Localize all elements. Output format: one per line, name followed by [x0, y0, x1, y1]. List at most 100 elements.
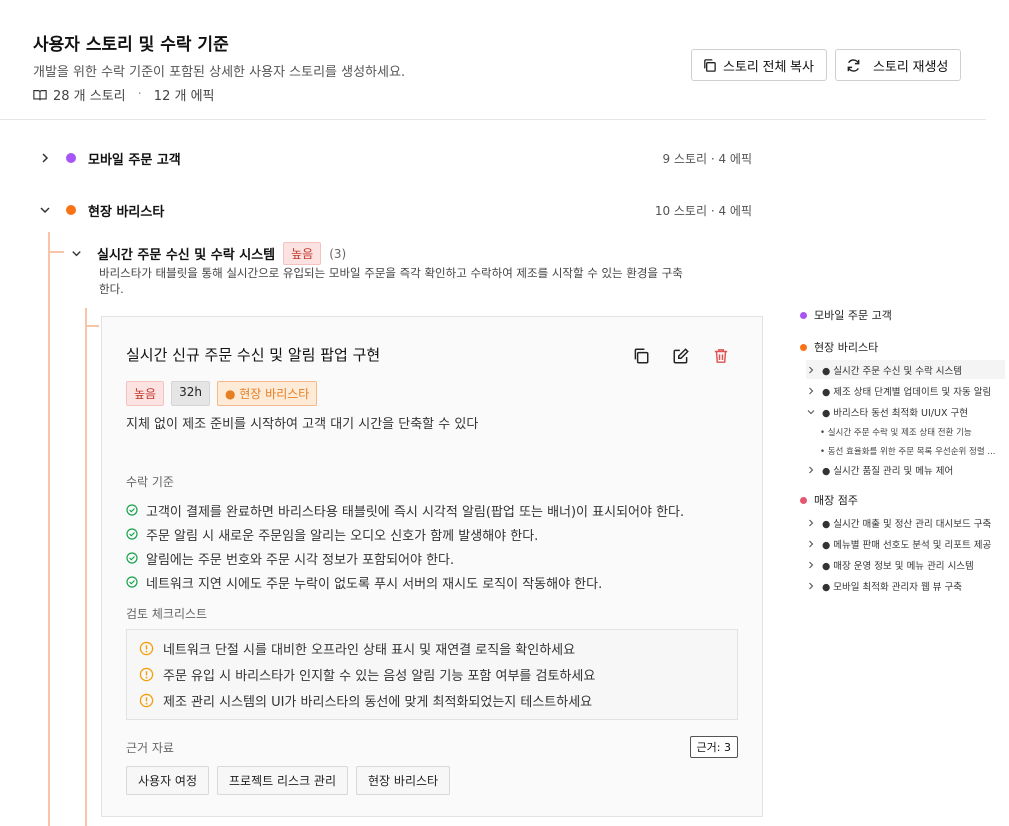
story-meta: 28 개 스토리 · 12 개 에픽 — [33, 85, 214, 104]
epic-header[interactable]: 실시간 주문 수신 및 수락 시스템 높음 (3) — [70, 242, 346, 265]
warning-circle-icon — [139, 667, 154, 681]
chevron-right-icon — [809, 540, 814, 547]
copy-all-label: 스토리 전체 복사 — [723, 58, 814, 74]
refresh-icon — [847, 58, 860, 72]
criteria-label: 수락 기준 — [126, 475, 174, 489]
chevron-right-icon[interactable] — [38, 151, 52, 165]
nav-item-label: ● 매장 운영 정보 및 메뉴 관리 시스템 — [822, 560, 974, 572]
check-circle-icon — [126, 504, 138, 516]
nav-story-item[interactable]: • 동선 효율화를 위한 주문 목록 우선순위 정렬 ... — [820, 445, 1005, 457]
chevron-right-icon — [809, 366, 814, 373]
criteria-item: 네트워크 지연 시에도 주문 누락이 없도록 푸시 서버의 재시도 로직이 작동… — [126, 570, 684, 594]
group-color-dot — [66, 205, 76, 215]
nav-item-label: ● 모바일 최적화 관리자 웹 뷰 구축 — [822, 581, 963, 593]
group-color-dot — [66, 153, 76, 163]
criteria-item: 주문 알림 시 새로운 주문임을 알리는 오디오 신호가 함께 발생해야 한다. — [126, 522, 684, 546]
meta-separator: · — [137, 87, 142, 102]
checklist-item: 주문 유입 시 바리스타가 인지할 수 있는 음성 알림 기능 포함 여부를 검… — [139, 661, 725, 687]
group-row-barista[interactable]: 현장 바리스타 10 스토리 · 4 에픽 — [38, 197, 752, 223]
tree-line — [85, 325, 99, 327]
nav-epic-item[interactable]: ● 모바일 최적화 관리자 웹 뷰 구축 — [806, 576, 1005, 595]
page-description: 개발을 위한 수락 기준이 포함된 상세한 사용자 스토리를 생성하세요. — [33, 65, 406, 80]
nav-group-mobile-customer[interactable]: 모바일 주문 고객 — [800, 307, 892, 323]
warning-circle-icon — [139, 641, 154, 655]
epic-story-count: (3) — [329, 246, 347, 261]
nav-group-barista[interactable]: 현장 바리스타 — [800, 339, 878, 355]
trash-icon — [714, 349, 728, 363]
story-summary: 지체 없이 제조 준비를 시작하여 고객 대기 시간을 단축할 수 있다 — [126, 417, 479, 432]
reference-chip[interactable]: 사용자 여정 — [126, 766, 210, 795]
tree-line — [48, 251, 64, 253]
criteria-text: 고객이 결제를 완료하면 바리스타용 태블릿에 즉시 시각적 알림(팝업 또는 … — [146, 504, 685, 520]
checklist-item: 네트워크 단절 시를 대비한 오프라인 상태 표시 및 재연결 로직을 확인하세… — [139, 635, 725, 661]
nav-group-label: 현장 바리스타 — [814, 341, 879, 354]
copy-all-stories-button[interactable]: 스토리 전체 복사 — [691, 49, 827, 81]
checklist-text: 네트워크 단절 시를 대비한 오프라인 상태 표시 및 재연결 로직을 확인하세… — [163, 642, 576, 658]
nav-group-label: 모바일 주문 고객 — [814, 309, 892, 322]
group-color-dot — [800, 496, 807, 504]
chevron-right-icon — [809, 387, 814, 394]
delete-story-button[interactable] — [712, 347, 730, 365]
check-circle-icon — [126, 576, 138, 588]
nav-group-owner[interactable]: 매장 점주 — [800, 492, 858, 508]
copy-story-button[interactable] — [632, 347, 650, 365]
nav-item-label: ● 실시간 품질 관리 및 메뉴 제어 — [822, 465, 954, 477]
regenerate-stories-button[interactable]: 스토리 재생성 — [835, 49, 961, 81]
acceptance-criteria-list: 고객이 결제를 완료하면 바리스타용 태블릿에 즉시 시각적 알림(팝업 또는 … — [126, 498, 684, 594]
nav-item-label: ● 실시간 매출 및 정산 관리 대시보드 구축 — [822, 518, 992, 530]
priority-badge: 높음 — [283, 242, 322, 265]
edit-icon — [673, 348, 689, 364]
chevron-down-icon[interactable] — [38, 203, 52, 217]
epic-description: 바리스타가 태블릿을 통해 실시간으로 유입되는 모바일 주문을 즉각 확인하고… — [99, 266, 683, 296]
warning-circle-icon — [139, 693, 154, 707]
reference-chip[interactable]: 프로젝트 리스크 관리 — [217, 766, 349, 795]
group-color-dot — [800, 343, 807, 351]
nav-group-label: 매장 점주 — [814, 494, 858, 507]
nav-epic-item[interactable]: ● 제조 상태 단계별 업데이트 및 자동 알림 — [806, 381, 1005, 400]
group-name: 모바일 주문 고객 — [88, 152, 181, 168]
checklist-text: 제조 관리 시스템의 UI가 바리스타의 동선에 맞게 최적화되었는지 테스트하… — [163, 694, 593, 710]
story-title: 실시간 신규 주문 수신 및 알림 팝업 구현 — [126, 346, 381, 364]
persona-tag: ● 현장 바리스타 — [216, 381, 318, 406]
group-name: 현장 바리스타 — [88, 204, 165, 220]
chevron-right-icon — [809, 466, 814, 473]
priority-tag: 높음 — [126, 381, 165, 406]
checklist-item: 제조 관리 시스템의 UI가 바리스타의 동선에 맞게 최적화되었는지 테스트하… — [139, 687, 725, 713]
reference-chip[interactable]: 현장 바리스타 — [356, 766, 451, 795]
nav-epic-item[interactable]: ● 실시간 품질 관리 및 메뉴 제어 — [806, 460, 1005, 479]
check-circle-icon — [126, 552, 138, 564]
chevron-down-icon — [807, 409, 815, 414]
chevron-right-icon — [809, 561, 814, 568]
group-color-dot — [800, 311, 807, 319]
nav-item-label: ● 실시간 주문 수신 및 수락 시스템 — [822, 365, 963, 377]
copy-icon — [634, 348, 649, 364]
nav-epic-item[interactable]: ● 매장 운영 정보 및 메뉴 관리 시스템 — [806, 555, 1005, 574]
nav-epic-item[interactable]: ● 바리스타 동선 최적화 UI/UX 구현 — [806, 402, 1005, 421]
nav-epic-item[interactable]: ● 실시간 주문 수신 및 수락 시스템 — [806, 360, 1005, 379]
edit-story-button[interactable] — [672, 347, 690, 365]
check-circle-icon — [126, 528, 138, 540]
group-count: 9 스토리 · 4 에픽 — [662, 151, 752, 166]
story-tags: 높음 32h ● 현장 바리스타 — [126, 381, 318, 406]
chevron-right-icon — [809, 519, 814, 526]
references-list: 사용자 여정 프로젝트 리스크 관리 현장 바리스타 — [126, 766, 451, 795]
group-count: 10 스토리 · 4 에픽 — [654, 203, 752, 218]
nav-item-label: ● 제조 상태 단계별 업데이트 및 자동 알림 — [822, 386, 992, 398]
book-icon — [33, 89, 47, 100]
nav-item-label: ● 바리스타 동선 최적화 UI/UX 구현 — [822, 407, 968, 419]
regenerate-label: 스토리 재생성 — [873, 58, 949, 74]
chevron-down-icon[interactable] — [70, 247, 83, 260]
nav-epic-item[interactable]: ● 실시간 매출 및 정산 관리 대시보드 구축 — [806, 513, 1005, 532]
nav-epic-item[interactable]: ● 메뉴별 판매 선호도 분석 및 리포트 제공 — [806, 534, 1005, 553]
story-count: 28 개 스토리 — [53, 89, 126, 104]
criteria-item: 고객이 결제를 완료하면 바리스타용 태블릿에 즉시 시각적 알림(팝업 또는 … — [126, 498, 684, 522]
criteria-item: 알림에는 주문 번호와 주문 시각 정보가 포함되어야 한다. — [126, 546, 684, 570]
references-count-badge[interactable]: 근거: 3 — [689, 736, 738, 758]
criteria-text: 네트워크 지연 시에도 주문 누락이 없도록 푸시 서버의 재시도 로직이 작동… — [146, 576, 603, 592]
group-row-mobile-customer[interactable]: 모바일 주문 고객 9 스토리 · 4 에픽 — [38, 145, 752, 171]
checklist-label: 검토 체크리스트 — [126, 607, 208, 621]
checklist-text: 주문 유입 시 바리스타가 인지할 수 있는 음성 알림 기능 포함 여부를 검… — [163, 668, 596, 684]
references-label: 근거 자료 — [126, 741, 174, 755]
nav-story-item[interactable]: • 실시간 주문 수락 및 제조 상태 전환 기능 — [820, 426, 1005, 438]
chevron-right-icon — [809, 582, 814, 589]
